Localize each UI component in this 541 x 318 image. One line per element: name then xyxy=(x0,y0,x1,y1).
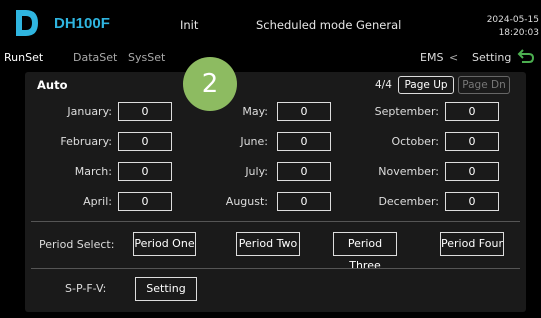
period-four-button[interactable]: Period Four xyxy=(440,232,504,256)
tab-dataset[interactable]: DataSet xyxy=(73,51,117,64)
month-label: March: xyxy=(74,165,112,178)
page-count: 4/4 xyxy=(375,79,392,91)
breadcrumb-separator: < xyxy=(449,51,459,64)
divider xyxy=(31,268,520,269)
panel-title: Auto xyxy=(37,78,68,92)
month-input[interactable]: 0 xyxy=(445,162,499,181)
spfv-setting-button[interactable]: Setting xyxy=(135,277,197,301)
month-input[interactable]: 0 xyxy=(118,132,172,151)
month-input[interactable]: 0 xyxy=(277,132,331,151)
tab-sysset[interactable]: SysSet xyxy=(128,51,165,64)
month-label: February: xyxy=(60,135,112,148)
month-label: September: xyxy=(374,105,439,118)
back-arrow-icon[interactable] xyxy=(516,47,536,65)
breadcrumb-ems[interactable]: EMS xyxy=(420,51,443,64)
settings-panel: Auto 4/4 Page Up Page Dn January: 0 Febr… xyxy=(25,72,526,312)
page-down-button[interactable]: Page Dn xyxy=(458,76,510,94)
month-input[interactable]: 0 xyxy=(277,162,331,181)
month-label: October: xyxy=(391,135,439,148)
month-label: August: xyxy=(225,195,268,208)
month-input[interactable]: 0 xyxy=(118,192,172,211)
month-input[interactable]: 0 xyxy=(445,192,499,211)
time-text: 18:20:03 xyxy=(498,28,539,38)
period-one-button[interactable]: Period One xyxy=(133,232,196,256)
brand-name: DH100F xyxy=(54,15,110,32)
period-three-button[interactable]: Period Three xyxy=(333,232,397,272)
month-input[interactable]: 0 xyxy=(118,162,172,181)
status-general: General xyxy=(356,18,402,32)
status-init: Init xyxy=(180,18,199,32)
month-input[interactable]: 0 xyxy=(445,132,499,151)
tab-runset[interactable]: RunSet xyxy=(4,51,43,64)
month-label: January: xyxy=(67,105,112,118)
month-label: May: xyxy=(242,105,268,118)
month-input[interactable]: 0 xyxy=(277,192,331,211)
month-input[interactable]: 0 xyxy=(118,102,172,121)
month-label: June: xyxy=(240,135,268,148)
status-mode: Scheduled mode xyxy=(256,18,353,32)
month-input[interactable]: 0 xyxy=(277,102,331,121)
logo-icon xyxy=(16,10,38,36)
nav-bar: RunSet DataSet SysSet EMS < Setting xyxy=(0,44,541,68)
step-badge: 2 xyxy=(183,57,237,111)
month-label: December: xyxy=(378,195,439,208)
month-input[interactable]: 0 xyxy=(445,102,499,121)
month-label: July: xyxy=(245,165,268,178)
page-up-button[interactable]: Page Up xyxy=(398,76,454,94)
month-label: April: xyxy=(83,195,112,208)
breadcrumb-setting: Setting xyxy=(472,51,512,64)
period-two-button[interactable]: Period Two xyxy=(236,232,300,256)
divider xyxy=(31,221,520,222)
top-bar: DH100F Init Scheduled mode General 2024-… xyxy=(0,0,541,44)
date-text: 2024-05-15 xyxy=(486,15,539,25)
month-label: November: xyxy=(378,165,439,178)
datetime: 2024-05-15 18:20:03 xyxy=(487,14,539,40)
period-select-label: Period Select: xyxy=(39,238,115,251)
spfv-label: S-P-F-V: xyxy=(65,282,107,295)
